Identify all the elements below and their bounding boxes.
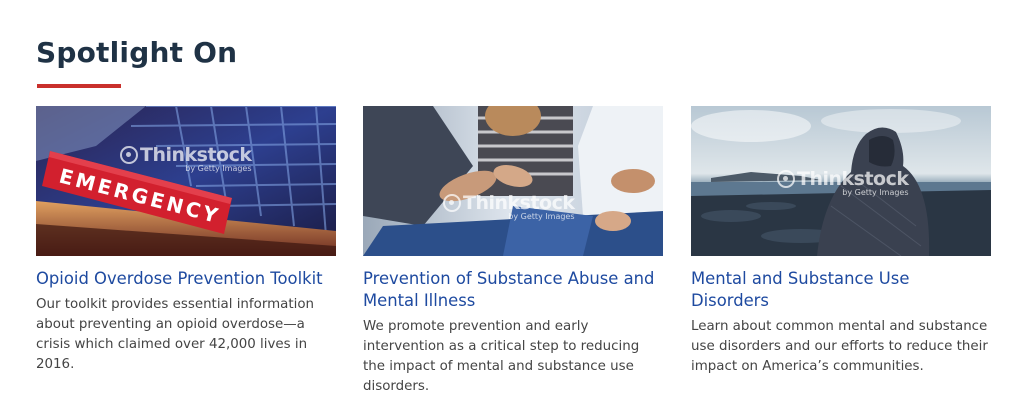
spotlight-card-disorders: Thinkstock by Getty Images Mental and Su… [691,106,991,377]
hooded-person-seaside-photo [691,106,991,256]
card-description: We promote prevention and early interven… [363,319,640,394]
section-title: Spotlight On [36,36,238,69]
card-title-link[interactable]: Mental and Substance Use Disorders [691,268,991,312]
emergency-sign-photo: EMERGENCY [36,106,336,256]
spotlight-card-prevention: Thinkstock by Getty Images Prevention of… [363,106,663,397]
card-title-link[interactable]: Prevention of Substance Abuse and Mental… [363,268,663,312]
card-description: Learn about common mental and substance … [691,319,988,374]
card-description: Our toolkit provides essential informati… [36,297,314,372]
card-image-hooded-person[interactable]: Thinkstock by Getty Images [691,106,991,256]
card-image-support-group[interactable]: Thinkstock by Getty Images [363,106,663,256]
support-group-photo [363,106,663,256]
card-image-emergency-sign[interactable]: EMERGENCY Thinkstock by Getty Images [36,106,336,256]
spotlight-card-opioid-toolkit: EMERGENCY Thinkstock by Getty Images Opi… [36,106,336,375]
title-underline [37,84,121,88]
card-title-link[interactable]: Opioid Overdose Prevention Toolkit [36,268,336,290]
